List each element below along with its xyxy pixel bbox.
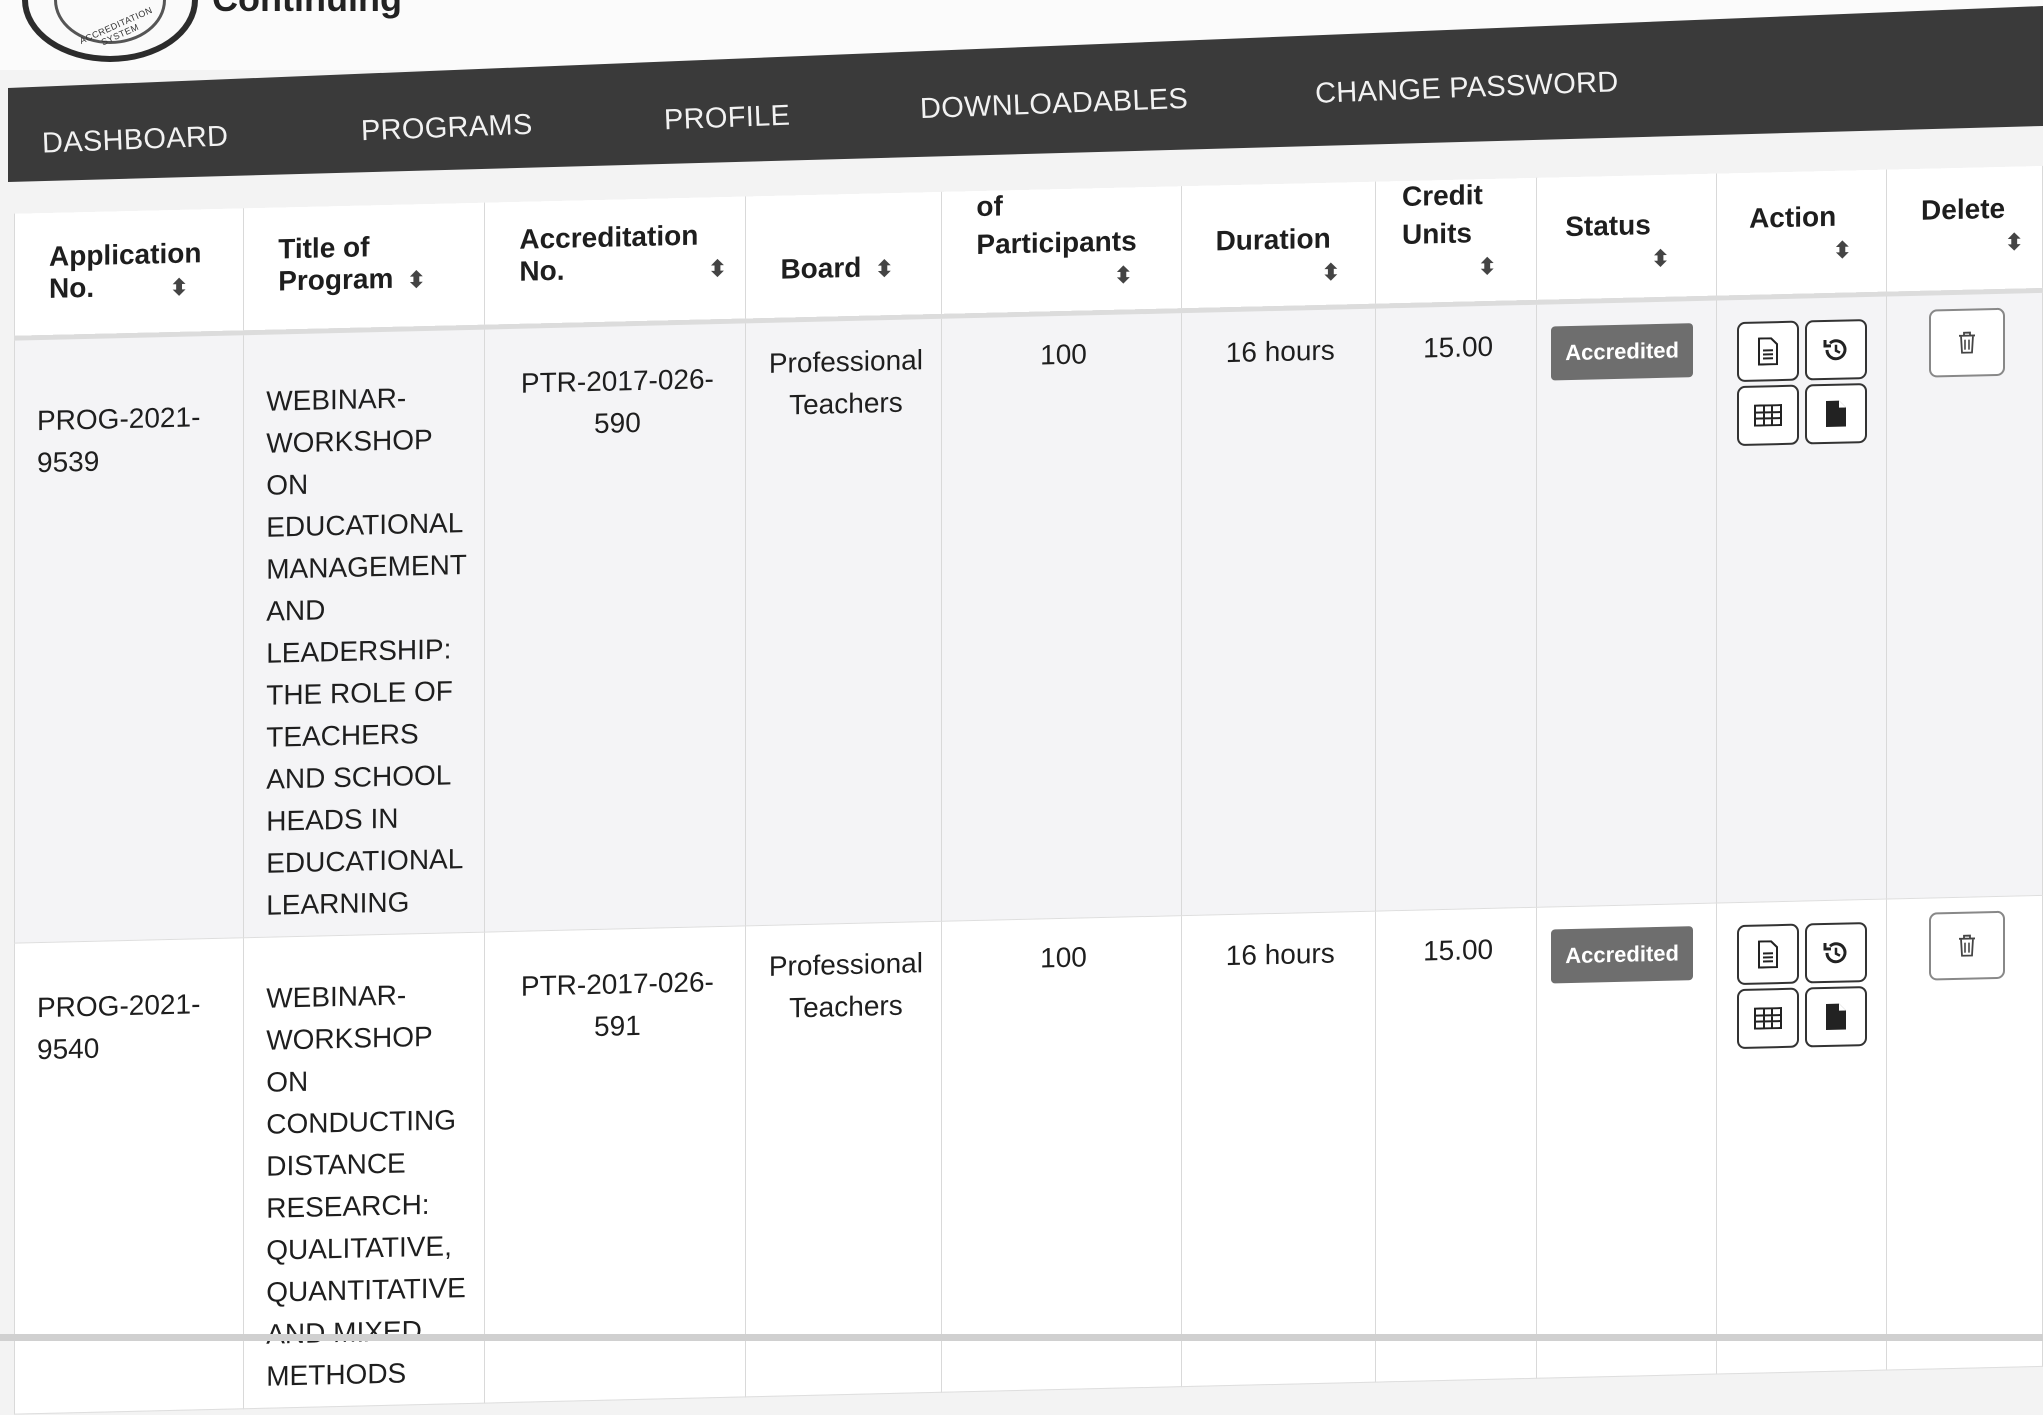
sort-icon[interactable]: ⬍ bbox=[875, 256, 893, 282]
cell-status: Accredited bbox=[1536, 902, 1717, 1378]
cell-participants: 100 bbox=[941, 915, 1182, 1392]
sort-icon[interactable]: ⬍ bbox=[1322, 259, 1340, 285]
col-participants[interactable]: of Participants ⬍ bbox=[941, 186, 1182, 316]
cell-accreditation-no: PTR-2017-026-590 bbox=[484, 320, 746, 932]
col-action[interactable]: Action ⬍ bbox=[1716, 169, 1887, 298]
programs-table: Application No. ⬍ Title of Program ⬍ Acc… bbox=[14, 165, 2043, 1414]
cell-accreditation-no: PTR-2017-026-591 bbox=[484, 925, 746, 1403]
sort-icon[interactable]: ⬍ bbox=[1833, 237, 1851, 263]
file-button[interactable] bbox=[1805, 985, 1868, 1047]
cell-application-no: PROG-2021-9539 bbox=[14, 332, 244, 943]
status-badge: Accredited bbox=[1551, 322, 1693, 380]
header-label: Accreditation bbox=[519, 219, 699, 255]
col-credit-units[interactable]: Credit Units ⬍ bbox=[1375, 177, 1537, 306]
status-badge: Accredited bbox=[1551, 925, 1693, 983]
history-button[interactable] bbox=[1805, 318, 1868, 380]
sort-icon[interactable]: ⬍ bbox=[407, 267, 425, 293]
cell-application-no: PROG-2021-9540 bbox=[14, 937, 244, 1414]
table-icon bbox=[1754, 1006, 1783, 1030]
sort-icon[interactable]: ⬍ bbox=[1478, 253, 1496, 279]
col-duration[interactable]: Duration ⬍ bbox=[1181, 181, 1376, 311]
file-button[interactable] bbox=[1805, 382, 1868, 444]
trash-icon bbox=[1958, 934, 1975, 957]
header-label: Duration bbox=[1215, 222, 1331, 257]
table-icon bbox=[1754, 403, 1783, 427]
header-label: Action bbox=[1749, 200, 1837, 234]
header-label: No. bbox=[519, 254, 565, 287]
cell-delete bbox=[1886, 894, 2043, 1370]
cell-credit-units: 15.00 bbox=[1375, 906, 1537, 1382]
sort-icon[interactable]: ⬍ bbox=[708, 255, 726, 281]
document-icon bbox=[1758, 336, 1779, 366]
col-delete[interactable]: Delete ⬍ bbox=[1886, 165, 2043, 294]
view-document-button[interactable] bbox=[1737, 923, 1800, 985]
cell-board: Professional Teachers bbox=[745, 315, 942, 926]
action-buttons bbox=[1737, 921, 1868, 1049]
header-label: Program bbox=[278, 262, 394, 297]
cell-credit-units: 15.00 bbox=[1375, 301, 1537, 911]
sort-icon[interactable]: ⬍ bbox=[1651, 245, 1669, 271]
sort-icon[interactable]: ⬍ bbox=[1114, 262, 1132, 288]
header-label: of bbox=[976, 190, 1003, 222]
header-label: Title of bbox=[278, 231, 370, 265]
cell-delete bbox=[1886, 289, 2043, 899]
header-label: Credit bbox=[1401, 179, 1483, 212]
cell-duration: 16 hours bbox=[1181, 305, 1376, 916]
view-document-button[interactable] bbox=[1737, 320, 1800, 382]
history-icon bbox=[1823, 338, 1847, 360]
table-view-button[interactable] bbox=[1737, 987, 1800, 1049]
history-icon bbox=[1823, 941, 1847, 963]
action-buttons bbox=[1737, 318, 1868, 446]
header-label: Participants bbox=[976, 225, 1137, 260]
programs-table-wrap: Application No. ⬍ Title of Program ⬍ Acc… bbox=[0, 0, 2043, 1414]
col-board[interactable]: Board ⬍ bbox=[745, 191, 942, 321]
cell-board: Professional Teachers bbox=[745, 920, 942, 1397]
history-button[interactable] bbox=[1805, 921, 1868, 983]
col-status[interactable]: Status ⬍ bbox=[1536, 173, 1717, 302]
header-label: Status bbox=[1565, 209, 1651, 243]
page-bottom-edge bbox=[0, 1334, 2043, 1341]
cell-action bbox=[1716, 293, 1887, 903]
cell-participants: 100 bbox=[941, 310, 1182, 921]
document-icon bbox=[1758, 939, 1779, 969]
sort-icon[interactable]: ⬍ bbox=[2005, 229, 2023, 255]
col-application-no[interactable]: Application No. ⬍ bbox=[14, 208, 244, 338]
delete-button[interactable] bbox=[1928, 307, 2005, 378]
header-label: Delete bbox=[1921, 192, 2006, 226]
cell-title: WEBINAR-WORKSHOP ON EDUCATIONAL MANAGEME… bbox=[243, 326, 485, 938]
header-label: Board bbox=[780, 251, 862, 285]
header-label: Units bbox=[1401, 217, 1472, 250]
cell-duration: 16 hours bbox=[1181, 910, 1376, 1387]
delete-button[interactable] bbox=[1928, 910, 2005, 981]
header-label: No. bbox=[49, 271, 95, 304]
sort-icon[interactable]: ⬍ bbox=[170, 274, 188, 300]
cell-status: Accredited bbox=[1536, 297, 1717, 907]
table-view-button[interactable] bbox=[1737, 384, 1800, 446]
col-title-of-program[interactable]: Title of Program ⬍ bbox=[243, 202, 485, 333]
file-icon bbox=[1826, 1003, 1847, 1030]
col-accreditation-no[interactable]: Accreditation No. ⬍ bbox=[484, 196, 746, 327]
table-row: PROG-2021-9539 WEBINAR-WORKSHOP ON EDUCA… bbox=[14, 289, 2043, 943]
header-label: Application bbox=[49, 237, 202, 272]
trash-icon bbox=[1958, 331, 1975, 354]
cell-action bbox=[1716, 898, 1887, 1374]
file-icon bbox=[1826, 400, 1847, 427]
